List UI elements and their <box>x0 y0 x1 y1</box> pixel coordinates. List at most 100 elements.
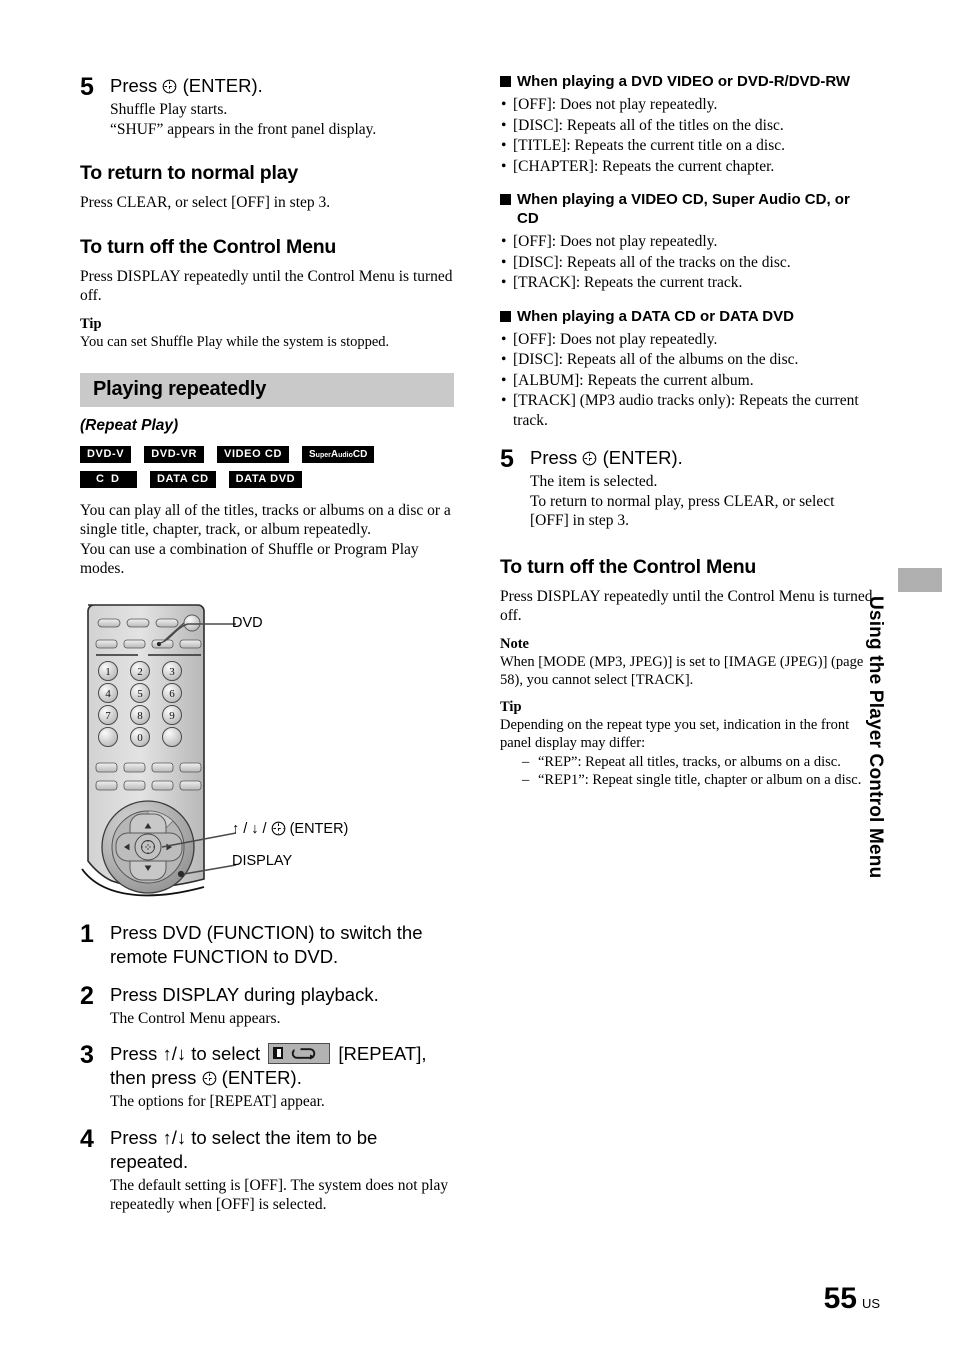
remote-key-dvd-function <box>151 639 174 648</box>
step-content: Press ↑/↓ to select the item to be repea… <box>110 1126 454 1215</box>
up-arrow-icon: ↑ <box>162 1043 172 1064</box>
step3-text-b: to select <box>191 1043 261 1064</box>
disc-badge-dvd-v: DVD-V <box>80 445 132 463</box>
list-item: [TRACK]: Repeats the current track. <box>500 273 874 293</box>
list-item: “REP”: Repeat all titles, tracks, or alb… <box>522 753 874 771</box>
step-sub-line-1: The item is selected. <box>530 473 658 490</box>
intro-paragraph-1: You can play all of the titles, tracks o… <box>80 501 451 539</box>
step-2: 2 Press DISPLAY during playback. The Con… <box>80 983 454 1029</box>
subhead-text: When playing a VIDEO CD, Super Audio CD,… <box>517 191 850 227</box>
step-heading-text-b: (ENTER). <box>602 447 683 468</box>
step-content: Press DISPLAY during playback. The Contr… <box>110 983 454 1029</box>
heading-return-to-normal-play: To return to normal play <box>80 162 299 184</box>
remote-key-display <box>177 870 185 877</box>
down-arrow-icon: ↓ <box>176 1043 187 1064</box>
remote-dpad <box>101 799 195 894</box>
page-region-code: US <box>861 1296 880 1311</box>
step-5-left: 5 Press (ENTER). Shuffle Play starts. “S… <box>80 74 454 139</box>
svg-text:9: 9 <box>169 710 175 722</box>
turn-off-control-menu-body: Press DISPLAY repeatedly until the Contr… <box>500 587 873 625</box>
list-item: [DISC]: Repeats all of the tracks on the… <box>500 253 874 273</box>
step-heading-text-b: (ENTER). <box>182 75 263 96</box>
disc-badge-video-cd: VIDEO CD <box>217 445 289 463</box>
square-bullet-icon <box>500 194 511 205</box>
step-heading: Press DISPLAY during playback. <box>110 983 379 1005</box>
repeat-options-dvd-video: [OFF]: Does not play repeatedly. [DISC]:… <box>500 95 874 176</box>
note-body: When [MODE (MP3, JPEG)] is set to [IMAGE… <box>500 653 864 688</box>
down-arrow-icon: ↓ <box>176 1126 187 1148</box>
svg-text:7: 7 <box>105 710 111 722</box>
subhead-dvd-video: When playing a DVD VIDEO or DVD-R/DVD-RW <box>500 72 874 91</box>
step-content: Press (ENTER). Shuffle Play starts. “SHU… <box>110 74 454 139</box>
step-heading-text-a: Press <box>530 447 578 468</box>
left-column: 5 Press (ENTER). Shuffle Play starts. “S… <box>80 72 454 1215</box>
square-bullet-icon <box>500 310 511 322</box>
subhead-text: When playing a DATA CD or DATA DVD <box>517 307 794 325</box>
step-number: 5 <box>80 73 94 101</box>
tip-label: Tip <box>80 315 102 332</box>
list-item: [TRACK] (MP3 audio tracks only): Repeats… <box>500 391 874 430</box>
step-heading: Press ↑/↓ to select the item to be repea… <box>110 1126 378 1172</box>
right-column: When playing a DVD VIDEO or DVD-R/DVD-RW… <box>500 72 874 789</box>
step-3: 3 Press ↑/↓ to select [REPEAT], then pre… <box>80 1042 454 1112</box>
step-sub-line: The Control Menu appears. <box>110 1009 281 1027</box>
callout-label-dvd: DVD <box>232 614 263 631</box>
list-item: [CHAPTER]: Repeats the current chapter. <box>500 157 874 177</box>
list-item: [ALBUM]: Repeats the current album. <box>500 371 874 391</box>
enter-icon <box>202 1071 217 1086</box>
svg-text:6: 6 <box>169 688 175 700</box>
step-5-right: 5 Press (ENTER). The item is selected. T… <box>500 446 874 531</box>
step-number: 1 <box>80 919 94 948</box>
section-heading-banner: Playing repeatedly <box>80 372 454 407</box>
disc-type-badge-list: DVD-V DVD-VR VIDEO CD SuperAudioCD C D D… <box>80 445 440 488</box>
step-1: 1 Press DVD (FUNCTION) to switch the rem… <box>80 921 454 969</box>
callout-label-display: DISPLAY <box>232 852 293 869</box>
list-item: “REP1”: Repeat single title, chapter or … <box>522 771 874 789</box>
callout-label-enter: ↑ / ↓ / (ENTER) <box>232 820 349 837</box>
tip-body: You can set Shuffle Play while the syste… <box>80 333 390 350</box>
step-heading: Press (ENTER). <box>530 446 874 470</box>
enter-icon <box>162 79 177 94</box>
tip-label: Tip <box>500 698 522 715</box>
subhead-text: When playing a DVD VIDEO or DVD-R/DVD-RW <box>517 73 851 90</box>
svg-text:2: 2 <box>137 666 143 678</box>
step-heading: Press (ENTER). <box>110 74 454 98</box>
tip-body: Depending on the repeat type you set, in… <box>500 716 850 751</box>
step3-text-a: Press <box>110 1043 158 1064</box>
subhead-video-cd: When playing a VIDEO CD, Super Audio CD,… <box>500 190 874 228</box>
step-number: 4 <box>80 1124 94 1153</box>
step-sub-line: The default setting is [OFF]. The system… <box>110 1176 449 1214</box>
list-item: [OFF]: Does not play repeatedly. <box>500 330 874 350</box>
section-heading-text: Playing repeatedly <box>93 378 267 400</box>
svg-text:4: 4 <box>105 688 111 700</box>
step-sub-line-2: To return to normal play, press CLEAR, o… <box>530 492 835 530</box>
step-number: 3 <box>80 1041 94 1069</box>
svg-text:8: 8 <box>137 710 143 722</box>
step3-text-c: [REPEAT], <box>338 1043 427 1064</box>
step-heading-text-a: Press <box>110 75 158 96</box>
disc-badge-cd: C D <box>80 470 137 488</box>
chapter-tab-marker <box>898 568 942 592</box>
svg-text:0: 0 <box>137 732 143 744</box>
step-number: 5 <box>500 445 514 473</box>
step-sub-line-2: “SHUF” appears in the front panel displa… <box>110 120 377 138</box>
step-content: Press ↑/↓ to select [REPEAT], then press <box>110 1042 454 1112</box>
repeat-menu-icon <box>268 1043 331 1064</box>
disc-badge-super-audio-cd: SuperAudioCD <box>302 445 375 463</box>
step-sub-line: The options for [REPEAT] appear. <box>110 1093 325 1110</box>
down-arrow-icon: ↓ <box>251 820 259 837</box>
disc-badge-dvd-vr: DVD-VR <box>144 445 205 463</box>
step-4: 4 Press ↑/↓ to select the item to be rep… <box>80 1126 454 1215</box>
list-item: [DISC]: Repeats all of the albums on the… <box>500 350 874 370</box>
step-heading: Press ↑/↓ to select [REPEAT], then press <box>110 1043 427 1088</box>
disc-badge-data-cd: DATA CD <box>149 470 216 488</box>
list-item: [DISC]: Repeats all of the titles on the… <box>500 116 874 136</box>
step-heading: Press DVD (FUNCTION) to switch the remot… <box>110 921 423 967</box>
step3-text-d: then press <box>110 1067 197 1088</box>
list-item: [OFF]: Does not play repeatedly. <box>500 95 874 115</box>
heading-turn-off-control-menu: To turn off the Control Menu <box>500 555 757 578</box>
subhead-data-cd: When playing a DATA CD or DATA DVD <box>500 307 874 326</box>
step-number: 2 <box>80 981 94 1010</box>
page-footer: 55 US <box>824 1284 880 1314</box>
repeat-options-video-cd: [OFF]: Does not play repeatedly. [DISC]:… <box>500 232 874 293</box>
